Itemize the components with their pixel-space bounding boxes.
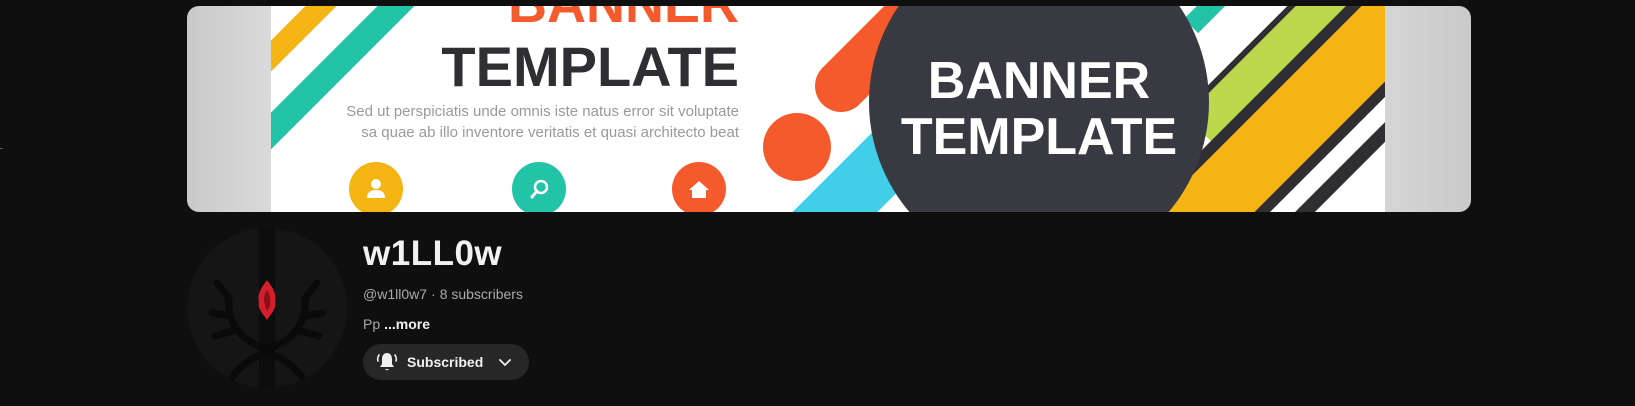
meta-separator: ·	[431, 286, 436, 302]
banner-heading-top: BANNER	[508, 6, 739, 34]
home-icon	[672, 162, 726, 212]
subscriber-count: 8 subscribers	[439, 286, 523, 302]
banner-body-line1: Sed ut perspiciatis unde omnis iste natu…	[346, 103, 739, 120]
channel-page: BANNER TEMPLATE Sed ut perspiciatis unde…	[0, 0, 1635, 406]
channel-meta: @w1ll0w7 · 8 subscribers	[363, 284, 529, 304]
edge-mark	[0, 148, 3, 149]
subscribed-button[interactable]: Subscribed	[363, 344, 530, 380]
search-icon	[512, 162, 566, 212]
banner-circle-line2: TEMPLATE	[901, 108, 1177, 166]
description-text: Pp	[363, 316, 381, 332]
chevron-down-icon	[495, 352, 515, 372]
channel-info: w1LL0w @w1ll0w7 · 8 subscribers Pp ...more …	[363, 232, 530, 380]
more-link[interactable]: ...more	[384, 316, 430, 332]
channel-name: w1LL0w	[363, 234, 503, 273]
subscribed-label: Subscribed	[407, 354, 484, 370]
banner-heading: TEMPLATE	[441, 35, 739, 98]
banner-body-line2: sa quae ab illo inventore veritatis et q…	[361, 124, 740, 141]
banner-artwork: BANNER TEMPLATE Sed ut perspiciatis unde…	[271, 6, 1385, 212]
antler-emblem-icon	[208, 228, 326, 388]
user-icon	[349, 162, 403, 212]
banner-circle-badge: BANNER TEMPLATE	[869, 6, 1209, 212]
channel-avatar[interactable]	[187, 228, 347, 388]
channel-banner: BANNER TEMPLATE Sed ut perspiciatis unde…	[187, 6, 1471, 212]
channel-handle: @w1ll0w7	[363, 286, 428, 302]
bell-ringing-icon	[375, 350, 399, 374]
banner-left-stripes	[271, 6, 415, 150]
channel-description[interactable]: Pp ...more	[363, 314, 529, 334]
banner-circle-line1: BANNER	[928, 52, 1150, 110]
